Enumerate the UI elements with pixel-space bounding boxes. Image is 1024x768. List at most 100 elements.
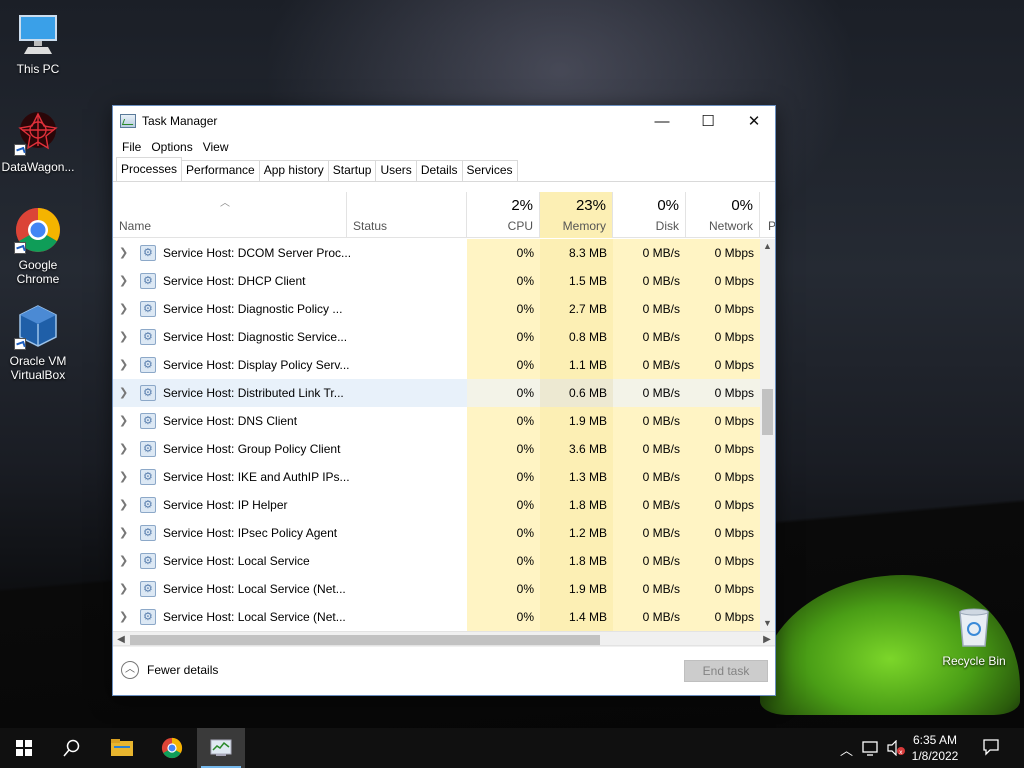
network-icon[interactable]: [862, 740, 880, 759]
process-memory: 0.6 MB: [540, 379, 613, 407]
process-network: 0 Mbps: [686, 575, 760, 603]
process-memory: 1.5 MB: [540, 267, 613, 295]
scroll-up-arrow-icon[interactable]: ▲: [760, 239, 775, 254]
tab-processes[interactable]: Processes: [116, 157, 183, 181]
horizontal-scroll-thumb[interactable]: [130, 635, 600, 645]
show-hidden-icons-chevron-icon[interactable]: ︿: [840, 740, 853, 759]
process-memory: 8.3 MB: [540, 239, 613, 267]
start-button[interactable]: [0, 728, 48, 768]
system-clock[interactable]: 6:35 AM 1/8/2022: [904, 732, 966, 764]
column-header-cpu[interactable]: 2% CPU: [467, 192, 540, 238]
column-header-memory[interactable]: 23% Memory: [540, 192, 613, 238]
vertical-scroll-thumb[interactable]: [762, 389, 773, 435]
taskbar-task-manager[interactable]: [197, 728, 245, 768]
expand-chevron-icon[interactable]: ❯: [119, 407, 131, 435]
virtualbox-icon: [14, 302, 62, 350]
table-row[interactable]: ❯ Service Host: IPsec Policy Agent 0%1.2 M…: [113, 519, 760, 547]
expand-chevron-icon[interactable]: ❯: [119, 491, 131, 519]
shortcut-arrow-icon: [14, 338, 26, 350]
table-row[interactable]: ❯ Service Host: Local Service (Net... 0%1.…: [113, 603, 760, 631]
menu-file[interactable]: File: [117, 140, 146, 154]
service-gear-icon: [140, 323, 156, 351]
expand-chevron-icon[interactable]: ❯: [119, 379, 131, 407]
menu-options[interactable]: Options: [146, 140, 197, 154]
service-gear-icon: [140, 351, 156, 379]
expand-chevron-icon[interactable]: ❯: [119, 575, 131, 603]
table-row[interactable]: ❯ Service Host: Group Policy Client 0%3.6 …: [113, 435, 760, 463]
table-row[interactable]: ❯ Service Host: DCOM Server Proc... 0%8.3 …: [113, 239, 760, 267]
table-row[interactable]: ❯ Service Host: Diagnostic Service... 0%0.…: [113, 323, 760, 351]
scroll-down-arrow-icon[interactable]: ▼: [760, 616, 775, 631]
table-row[interactable]: ❯ Service Host: IP Helper 0%1.8 MB0 MB/s0 …: [113, 491, 760, 519]
tab-performance[interactable]: Performance: [181, 160, 260, 181]
process-cpu: 0%: [467, 239, 540, 267]
process-name: Service Host: Distributed Link Tr...: [163, 386, 344, 400]
minimize-button[interactable]: —: [639, 106, 685, 136]
search-button[interactable]: [48, 728, 96, 768]
menu-view[interactable]: View: [198, 140, 234, 154]
tab-services[interactable]: Services: [461, 160, 518, 181]
tab-startup[interactable]: Startup: [327, 160, 377, 181]
table-row[interactable]: ❯ Service Host: Diagnostic Policy ... 0%2.…: [113, 295, 760, 323]
process-network: 0 Mbps: [686, 519, 760, 547]
expand-chevron-icon[interactable]: ❯: [119, 267, 131, 295]
expand-chevron-icon[interactable]: ❯: [119, 295, 131, 323]
column-header-name[interactable]: ︿ Name: [113, 192, 347, 238]
window-footer: ︿ Fewer details End task: [113, 645, 775, 695]
process-name: Service Host: DCOM Server Proc...: [163, 246, 352, 260]
service-gear-icon: [140, 435, 156, 463]
expand-chevron-icon[interactable]: ❯: [119, 239, 131, 267]
window-title: Task Manager: [142, 114, 218, 128]
close-button[interactable]: ✕: [731, 106, 777, 136]
expand-chevron-icon[interactable]: ❯: [119, 435, 131, 463]
vertical-scrollbar[interactable]: ▲ ▼: [760, 239, 775, 631]
desktop-icon-virtualbox[interactable]: Oracle VM VirtualBox: [0, 302, 76, 382]
table-row[interactable]: ❯ Service Host: DHCP Client 0%1.5 MB0 MB/s…: [113, 267, 760, 295]
service-gear-icon: [140, 491, 156, 519]
volume-muted-icon[interactable]: x: [886, 739, 906, 759]
service-gear-icon: [140, 519, 156, 547]
expand-chevron-icon[interactable]: ❯: [119, 323, 131, 351]
expand-chevron-icon[interactable]: ❯: [119, 519, 131, 547]
title-bar[interactable]: Task Manager — ☐ ✕: [113, 106, 775, 136]
tab-details[interactable]: Details: [415, 160, 463, 181]
process-cpu: 0%: [467, 603, 540, 631]
table-row[interactable]: ❯ Service Host: Local Service (Net... 0%1.…: [113, 575, 760, 603]
tab-app-history[interactable]: App history: [258, 160, 329, 181]
column-header-disk[interactable]: 0% Disk: [613, 192, 686, 238]
desktop-icon-datawagon[interactable]: DataWagon...: [0, 108, 76, 174]
maximize-button[interactable]: ☐: [685, 106, 731, 136]
service-gear-icon: [140, 603, 156, 631]
process-disk: 0 MB/s: [613, 239, 686, 267]
process-disk: 0 MB/s: [613, 463, 686, 491]
process-memory: 0.8 MB: [540, 323, 613, 351]
process-disk: 0 MB/s: [613, 351, 686, 379]
desktop-icon-recycle-bin[interactable]: Recycle Bin: [936, 602, 1012, 668]
menu-bar: File Options View: [113, 136, 775, 158]
table-row[interactable]: ❯ Service Host: Local Service 0%1.8 MB0 MB…: [113, 547, 760, 575]
windows-start-icon: [16, 740, 32, 756]
action-center-button[interactable]: [982, 738, 1000, 759]
process-table: ︿ Name Status 2% CPU 23% Memory 0% Disk …: [113, 192, 775, 647]
taskbar-chrome[interactable]: [148, 728, 196, 768]
process-disk: 0 MB/s: [613, 323, 686, 351]
table-row[interactable]: ❯ Service Host: DNS Client 0%1.9 MB0 MB/s0…: [113, 407, 760, 435]
expand-chevron-icon[interactable]: ❯: [119, 603, 131, 631]
column-header-status[interactable]: Status: [347, 192, 467, 238]
taskbar-file-explorer[interactable]: [98, 728, 146, 768]
table-row[interactable]: ❯ Service Host: Display Policy Serv... 0%1…: [113, 351, 760, 379]
fewer-details-button[interactable]: ︿ Fewer details: [121, 661, 218, 679]
expand-chevron-icon[interactable]: ❯: [119, 351, 131, 379]
desktop-icon-google-chrome[interactable]: Google Chrome: [0, 206, 76, 286]
column-header-network[interactable]: 0% Network: [686, 192, 760, 238]
end-task-button[interactable]: End task: [684, 660, 768, 682]
column-header-power[interactable]: P: [760, 192, 775, 238]
table-row[interactable]: ❯ Service Host: IKE and AuthIP IPs... 0%1.…: [113, 463, 760, 491]
process-name: Service Host: Diagnostic Service...: [163, 330, 348, 344]
expand-chevron-icon[interactable]: ❯: [119, 547, 131, 575]
desktop-icon-this-pc[interactable]: This PC: [0, 10, 76, 76]
process-cpu: 0%: [467, 575, 540, 603]
expand-chevron-icon[interactable]: ❯: [119, 463, 131, 491]
tab-users[interactable]: Users: [375, 160, 417, 181]
table-row[interactable]: ❯Service Host: Distributed Link Tr...0%0…: [113, 379, 760, 407]
